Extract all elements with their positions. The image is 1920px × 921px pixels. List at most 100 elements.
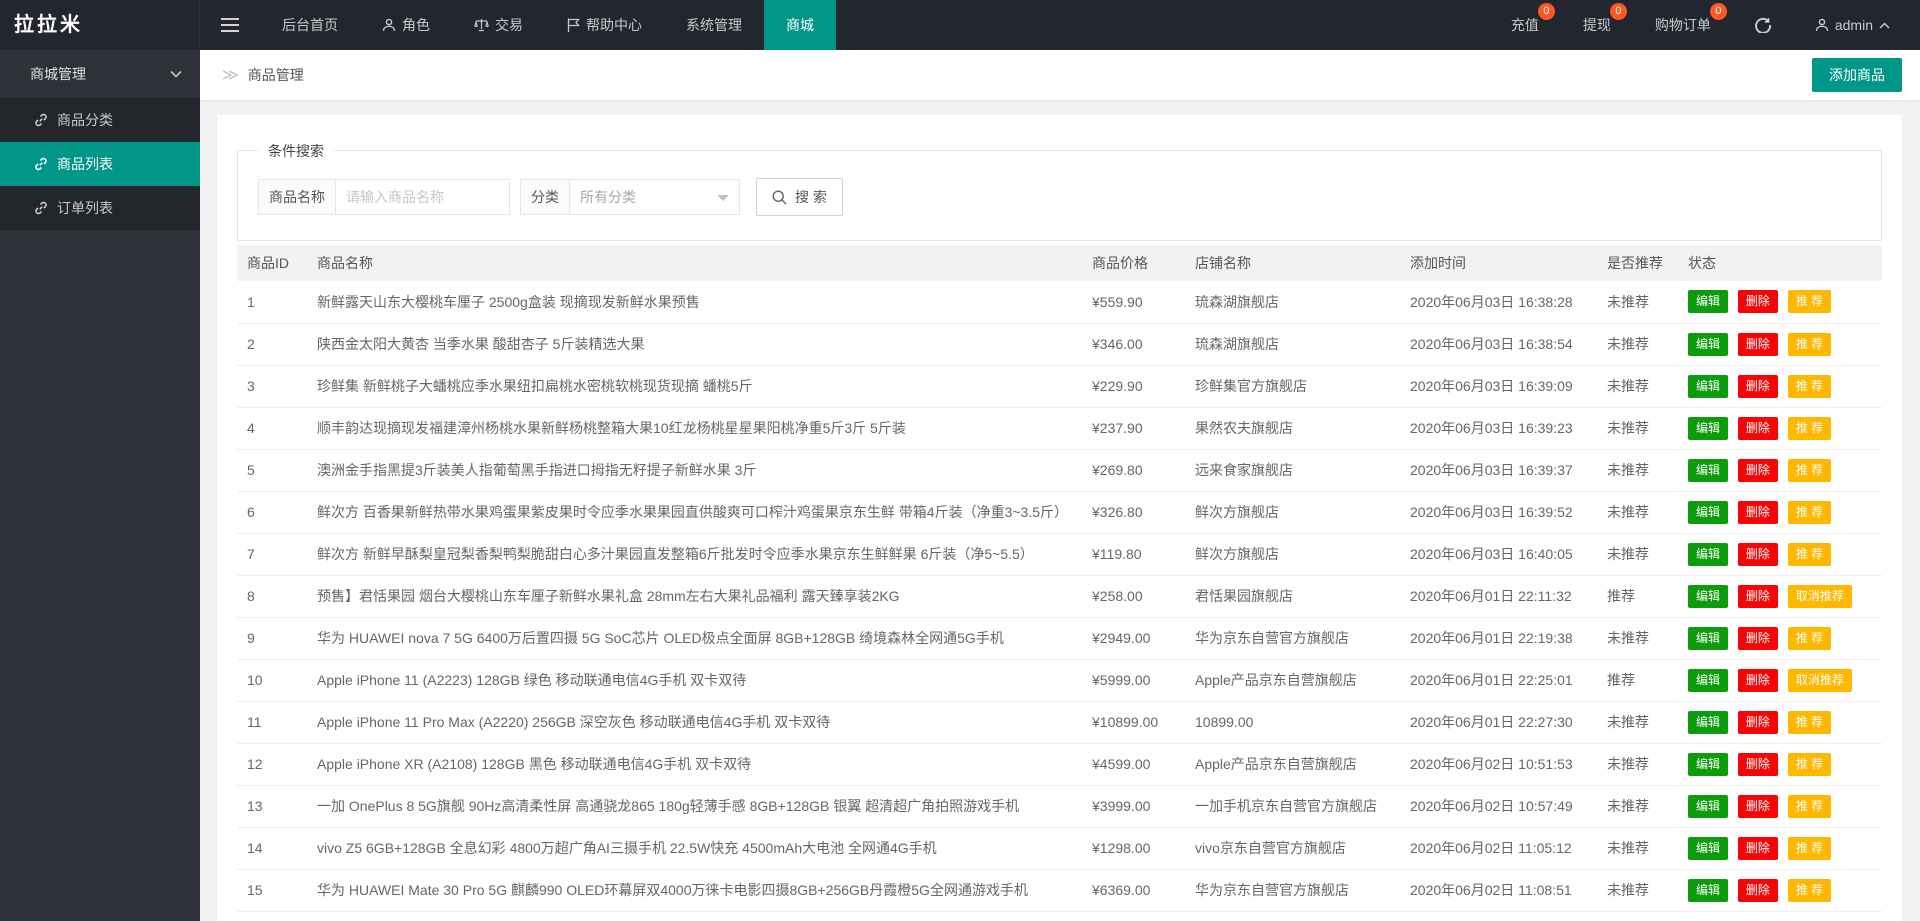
recommend-button[interactable]: 推 荐 [1788, 711, 1831, 734]
delete-button[interactable]: 删除 [1738, 669, 1778, 692]
edit-button[interactable]: 编辑 [1688, 585, 1728, 608]
table-row: 1 新鲜露天山东大樱桃车厘子 2500g盒装 现摘现发新鲜水果预售 ¥559.9… [237, 281, 1882, 323]
nav-item-mall[interactable]: 商城 [764, 0, 836, 50]
delete-button[interactable]: 删除 [1738, 879, 1778, 902]
recommend-button[interactable]: 推 荐 [1788, 417, 1831, 440]
recommend-button[interactable]: 推 荐 [1788, 627, 1831, 650]
table-row: 12 Apple iPhone XR (A2108) 128GB 黑色 移动联通… [237, 743, 1882, 785]
flag-icon [567, 18, 580, 32]
edit-button[interactable]: 编辑 [1688, 795, 1728, 818]
search-button[interactable]: 搜 索 [756, 178, 843, 216]
nav-item-system[interactable]: 系统管理 [664, 0, 764, 50]
edit-button[interactable]: 编辑 [1688, 333, 1728, 356]
recommend-button[interactable]: 推 荐 [1788, 837, 1831, 860]
edit-button[interactable]: 编辑 [1688, 543, 1728, 566]
recommend-button[interactable]: 取消推荐 [1788, 585, 1852, 608]
delete-button[interactable]: 删除 [1738, 543, 1778, 566]
edit-button[interactable]: 编辑 [1688, 627, 1728, 650]
table-row: 3 珍鲜集 新鲜桃子大蟠桃应季水果纽扣扁桃水密桃软桃现货现摘 蟠桃5斤 ¥229… [237, 365, 1882, 407]
edit-button[interactable]: 编辑 [1688, 290, 1728, 313]
delete-button[interactable]: 删除 [1738, 290, 1778, 313]
nav-item-roles[interactable]: 角色 [360, 0, 452, 50]
sidebar-item-goods-list[interactable]: 商品列表 [0, 142, 200, 186]
edit-button[interactable]: 编辑 [1688, 669, 1728, 692]
delete-button[interactable]: 删除 [1738, 585, 1778, 608]
user-icon [382, 18, 396, 32]
recommend-button[interactable]: 推 荐 [1788, 290, 1831, 313]
edit-button[interactable]: 编辑 [1688, 879, 1728, 902]
edit-button[interactable]: 编辑 [1688, 711, 1728, 734]
added-time-cell: 2020年06月01日 22:19:38 [1400, 617, 1597, 659]
nav-item-recharge[interactable]: 充值 0 [1489, 0, 1561, 50]
delete-button[interactable]: 删除 [1738, 795, 1778, 818]
product-price-cell: ¥346.00 [1082, 323, 1185, 365]
delete-button[interactable]: 删除 [1738, 501, 1778, 524]
shop-name-cell: 琉森湖旗舰店 [1185, 281, 1400, 323]
recommend-button[interactable]: 推 荐 [1788, 333, 1831, 356]
product-id-cell: 2 [237, 323, 307, 365]
status-cell: 编辑 删除 推 荐 [1678, 911, 1882, 921]
product-price-cell: ¥237.90 [1082, 407, 1185, 449]
nav-item-withdraw[interactable]: 提现 0 [1561, 0, 1633, 50]
refresh-button[interactable] [1733, 0, 1793, 50]
recommend-button[interactable]: 推 荐 [1788, 543, 1831, 566]
delete-button[interactable]: 删除 [1738, 375, 1778, 398]
product-name-cell: 珍鲜集 新鲜桃子大蟠桃应季水果纽扣扁桃水密桃软桃现货现摘 蟠桃5斤 [307, 365, 1082, 407]
product-name-cell [307, 911, 1082, 921]
table-row: 6 鲜次方 百香果新鲜热带水果鸡蛋果紫皮果时令应季水果果园直供酸爽可口榨汁鸡蛋果… [237, 491, 1882, 533]
shop-name-cell: 君恬果园旗舰店 [1185, 575, 1400, 617]
table-row: 14 vivo Z5 6GB+128GB 全息幻彩 4800万超广角AI三摄手机… [237, 827, 1882, 869]
link-icon [34, 113, 48, 127]
delete-button[interactable]: 删除 [1738, 711, 1778, 734]
status-cell: 编辑 删除 推 荐 [1678, 533, 1882, 575]
status-cell: 编辑 删除 推 荐 [1678, 491, 1882, 533]
delete-button[interactable]: 删除 [1738, 459, 1778, 482]
added-time-cell: 2020年06月03日 16:38:28 [1400, 281, 1597, 323]
collapse-sidebar-button[interactable] [200, 0, 260, 50]
recommend-button[interactable]: 取消推荐 [1788, 669, 1852, 692]
status-cell: 编辑 删除 推 荐 [1678, 869, 1882, 911]
sidebar-item-order-list[interactable]: 订单列表 [0, 186, 200, 230]
product-name-input[interactable] [336, 179, 510, 215]
delete-button[interactable]: 删除 [1738, 837, 1778, 860]
product-name-cell: 陕西金太阳大黄杏 当季水果 酸甜杏子 5斤装精选大果 [307, 323, 1082, 365]
category-select[interactable]: 所有分类 [570, 179, 740, 215]
delete-button[interactable]: 删除 [1738, 753, 1778, 776]
user-menu[interactable]: admin [1793, 0, 1912, 50]
recommended-cell: 未推荐 [1597, 533, 1678, 575]
edit-button[interactable]: 编辑 [1688, 753, 1728, 776]
nav-item-dashboard[interactable]: 后台首页 [260, 0, 360, 50]
recommended-cell: 推荐 [1597, 659, 1678, 701]
edit-button[interactable]: 编辑 [1688, 459, 1728, 482]
sidebar-group-mall-management[interactable]: 商城管理 [0, 50, 200, 98]
recommend-button[interactable]: 推 荐 [1788, 879, 1831, 902]
top-navbar: 拉拉米 后台首页 角色 交易 帮助中心 系统管理 商城 充值 0 [0, 0, 1920, 50]
product-price-cell: ¥1298.00 [1082, 827, 1185, 869]
nav-item-label: 后台首页 [282, 15, 338, 35]
recommend-button[interactable]: 推 荐 [1788, 501, 1831, 524]
product-id-cell: 15 [237, 869, 307, 911]
edit-button[interactable]: 编辑 [1688, 837, 1728, 860]
edit-button[interactable]: 编辑 [1688, 375, 1728, 398]
recommend-button[interactable]: 推 荐 [1788, 459, 1831, 482]
product-price-cell: ¥3999.00 [1082, 785, 1185, 827]
nav-item-trade[interactable]: 交易 [452, 0, 545, 50]
edit-button[interactable]: 编辑 [1688, 417, 1728, 440]
orders-count-badge: 0 [1710, 3, 1727, 20]
product-id-cell: 8 [237, 575, 307, 617]
recommend-button[interactable]: 推 荐 [1788, 753, 1831, 776]
delete-button[interactable]: 删除 [1738, 627, 1778, 650]
add-product-button[interactable]: 添加商品 [1812, 58, 1902, 92]
delete-button[interactable]: 删除 [1738, 417, 1778, 440]
product-price-cell: ¥559.90 [1082, 281, 1185, 323]
recommend-button[interactable]: 推 荐 [1788, 795, 1831, 818]
delete-button[interactable]: 删除 [1738, 333, 1778, 356]
nav-item-shop-orders[interactable]: 购物订单 0 [1633, 0, 1733, 50]
content-card: 条件搜索 商品名称 分类 所有分类 搜 索 [217, 115, 1902, 921]
sidebar-item-goods-category[interactable]: 商品分类 [0, 98, 200, 142]
nav-item-help-center[interactable]: 帮助中心 [545, 0, 664, 50]
edit-button[interactable]: 编辑 [1688, 501, 1728, 524]
search-form: 商品名称 分类 所有分类 搜 索 [258, 178, 1861, 216]
product-name-label: 商品名称 [258, 179, 336, 215]
recommend-button[interactable]: 推 荐 [1788, 375, 1831, 398]
